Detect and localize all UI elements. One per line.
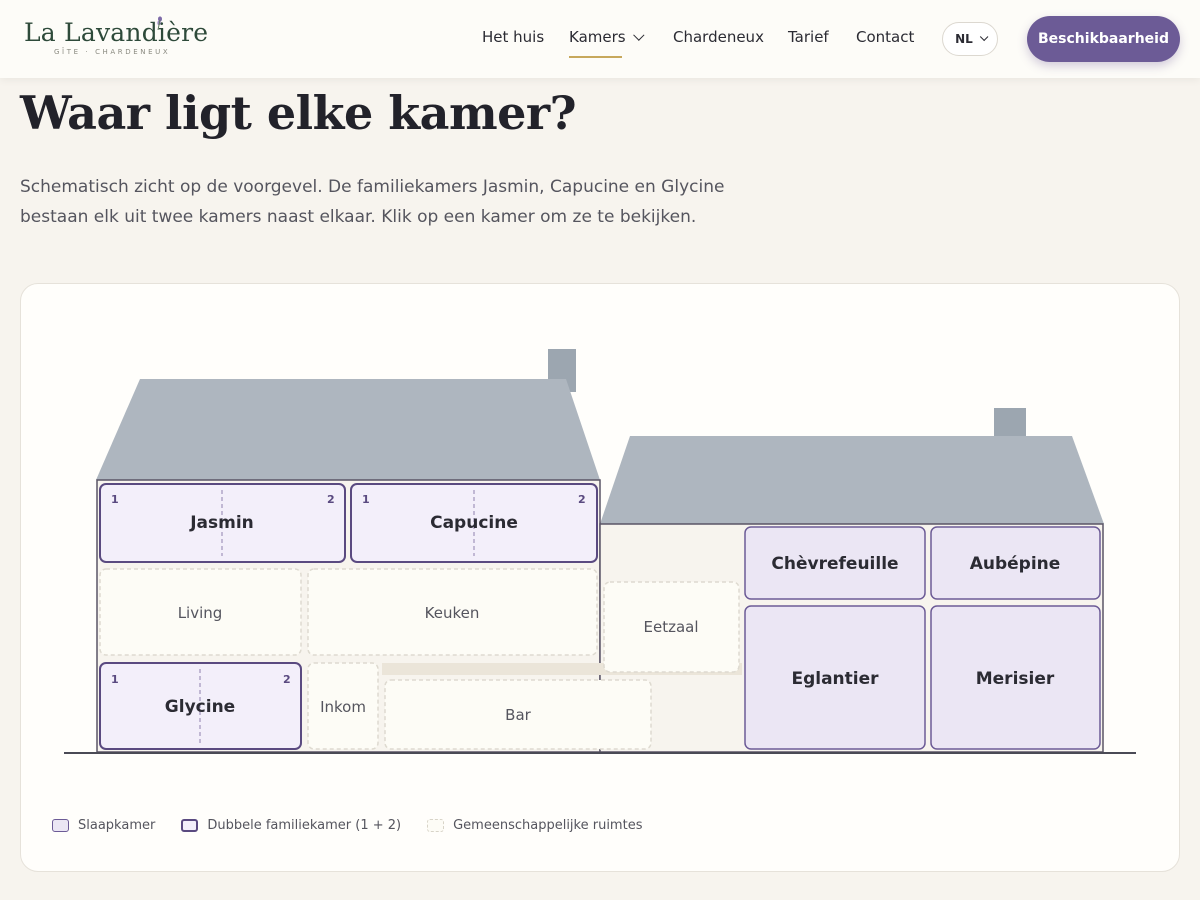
legend-item-room: Slaapkamer [52,818,155,833]
common-bar[interactable]: Bar [384,679,652,750]
room-capucine-label: Capucine [430,513,518,533]
legend-item-family: Dubbele familiekamer (1 + 2) [181,818,401,833]
room-eglantier[interactable]: Eglantier [744,605,926,750]
legend-label-room: Slaapkamer [78,818,156,833]
legend: Slaapkamer Dubbele familiekamer (1 + 2) … [52,818,668,833]
common-inkom-label: Inkom [320,698,366,716]
room-aubepine[interactable]: Aubépine [930,526,1101,600]
legend-swatch-family [181,819,199,832]
room-glycine-num1: 1 [111,673,119,686]
common-living-label: Living [178,604,223,622]
common-eetzaal[interactable]: Eetzaal [603,581,740,673]
room-capucine[interactable]: 1 2 Capucine [350,483,598,563]
room-chevrefeuille[interactable]: Chèvrefeuille [744,526,926,600]
common-bar-label: Bar [505,706,531,724]
common-keuken-label: Keuken [425,604,480,622]
room-glycine-label: Glycine [165,697,235,717]
roof-right [600,436,1104,524]
room-jasmin-label: Jasmin [189,513,254,533]
legend-swatch-common [427,819,445,832]
room-jasmin[interactable]: 1 2 Jasmin [99,483,346,563]
legend-swatch-room [52,819,69,832]
common-eetzaal-label: Eetzaal [643,618,698,636]
room-eglantier-label: Eglantier [791,669,879,689]
legend-item-common: Gemeenschappelijke ruimtes [427,818,642,833]
legend-label-family: Dubbele familiekamer (1 + 2) [207,818,402,833]
roof-left [96,379,600,480]
room-capucine-num2: 2 [578,493,586,506]
common-living[interactable]: Living [99,568,302,656]
room-merisier[interactable]: Merisier [930,605,1101,750]
room-capucine-num1: 1 [362,493,370,506]
chimney-right [994,408,1026,440]
room-jasmin-num1: 1 [111,493,119,506]
legend-label-common: Gemeenschappelijke ruimtes [453,818,643,833]
room-jasmin-num2: 2 [327,493,335,506]
room-glycine-num2: 2 [283,673,291,686]
room-chevrefeuille-label: Chèvrefeuille [771,554,898,574]
common-inkom[interactable]: Inkom [307,662,379,750]
room-glycine[interactable]: 1 2 Glycine [99,662,302,750]
room-merisier-label: Merisier [976,669,1055,689]
room-aubepine-label: Aubépine [970,554,1061,574]
common-keuken[interactable]: Keuken [307,568,598,656]
facade-diagram: 1 2 Jasmin 1 2 Capucine Living Keuken 1 … [64,349,1136,754]
